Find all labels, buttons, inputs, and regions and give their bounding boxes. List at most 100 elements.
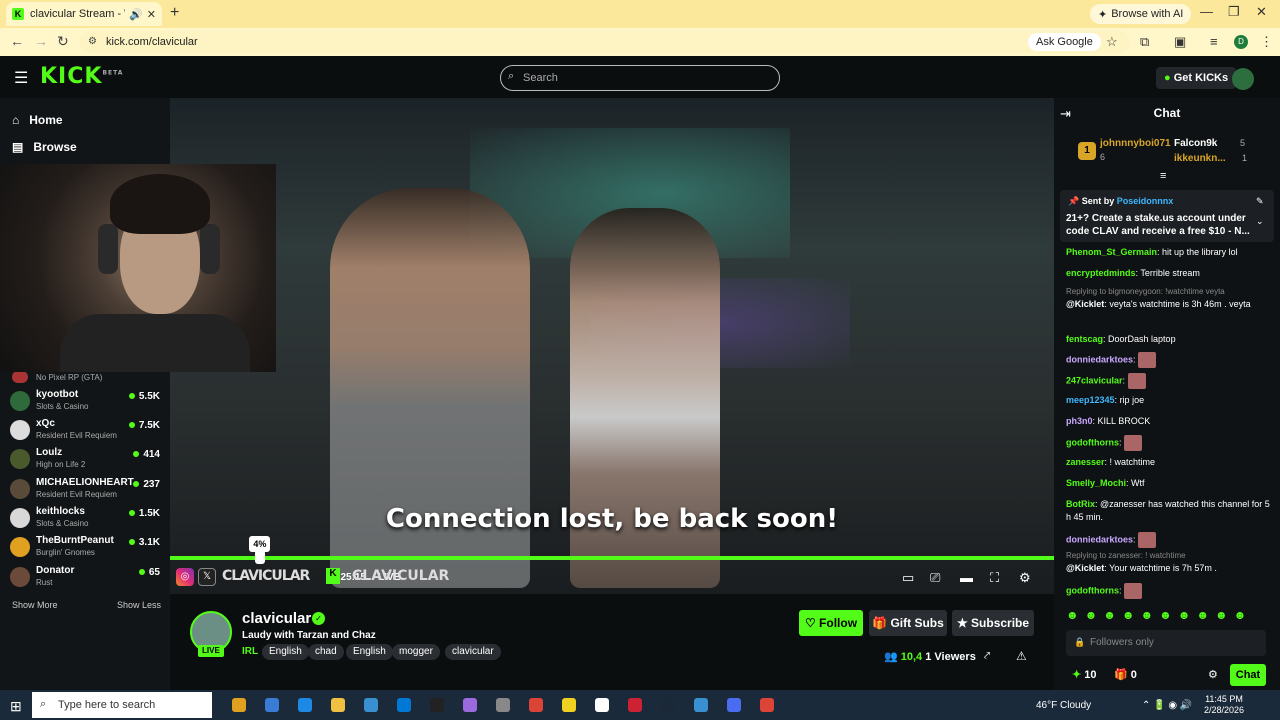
chat-username[interactable]: @Kicklet: [1066, 563, 1104, 573]
taskbar-app-icon[interactable]: [397, 698, 411, 712]
chat-username[interactable]: BotRix: [1066, 499, 1095, 509]
kick-logo[interactable]: KICKBETA: [40, 64, 123, 89]
sidebar-streamer[interactable]: TheBurntPeanut Burglin' Gnomes 3.1K: [10, 535, 160, 563]
chat-username[interactable]: donniedarktoes: [1066, 534, 1133, 544]
sidebar-streamer[interactable]: Loulz High on Life 2 414: [10, 447, 160, 475]
close-tab-icon[interactable]: ✕: [147, 8, 156, 21]
taskbar-app-icon[interactable]: [595, 698, 609, 712]
taskbar-app-icon[interactable]: [331, 698, 345, 712]
stream-tag[interactable]: English: [346, 644, 393, 660]
miniplayer-icon[interactable]: ▭: [902, 570, 914, 586]
sidebar-streamer[interactable]: keithlocks Slots & Casino 1.5K: [10, 506, 160, 534]
show-less-link[interactable]: Show Less: [117, 600, 161, 610]
settings-gear-icon[interactable]: ⚙: [1019, 570, 1031, 586]
taskbar-app-icon[interactable]: [232, 698, 246, 712]
taskbar-app-icon[interactable]: [694, 698, 708, 712]
chat-username[interactable]: Smelly_Mochi: [1066, 478, 1126, 488]
reload-icon[interactable]: ↻: [57, 33, 69, 50]
show-more-link[interactable]: Show More: [12, 600, 58, 610]
chat-username[interactable]: fentscag: [1066, 334, 1103, 344]
windows-start-icon[interactable]: ⊞: [10, 698, 22, 715]
close-window-icon[interactable]: ✕: [1256, 4, 1267, 20]
gift-subs-button[interactable]: 🎁 Gift Subs: [869, 610, 947, 636]
taskbar-search-input[interactable]: Type here to search: [32, 692, 212, 718]
sidebar-streamer[interactable]: Donator Rust 65: [10, 565, 160, 593]
chat-username[interactable]: @Kicklet: [1066, 299, 1104, 309]
leaderboard-first-name[interactable]: johnnnyboi071: [1100, 138, 1171, 149]
taskbar-app-icon[interactable]: [661, 698, 675, 712]
ask-google-button[interactable]: Ask Google: [1028, 33, 1101, 51]
share-icon[interactable]: ⤤: [984, 650, 990, 663]
taskbar-app-icon[interactable]: [496, 698, 510, 712]
emote-bar[interactable]: ☻☻☻☻☻☻☻☻☻☻: [1066, 608, 1272, 624]
leaderboard-second-name[interactable]: Falcon9k: [1174, 138, 1217, 149]
browse-with-ai-button[interactable]: ✦ Browse with AI: [1090, 4, 1192, 24]
sidebar-streamer[interactable]: MICHAELIONHEART Resident Evil Requiem 237: [10, 477, 160, 505]
taskbar-app-icon[interactable]: [298, 698, 312, 712]
split-view-icon[interactable]: ▣: [1174, 34, 1186, 50]
leaderboard-toggle-icon[interactable]: ≡: [1160, 170, 1166, 182]
taskbar-app-icon[interactable]: [364, 698, 378, 712]
chevron-down-icon[interactable]: ⌄: [1256, 216, 1264, 227]
browser-tab[interactable]: K clavicular Stream - Watch L 🔊 ✕: [6, 2, 162, 26]
clip-icon[interactable]: ⎚: [930, 570, 940, 586]
report-icon[interactable]: ⚠: [1016, 649, 1027, 663]
theater-mode-icon[interactable]: ▬: [960, 570, 973, 585]
back-icon[interactable]: ←: [10, 33, 24, 49]
taskbar-app-icon[interactable]: [529, 698, 543, 712]
stream-tag[interactable]: mogger: [392, 644, 440, 660]
taskbar-app-icon[interactable]: [430, 698, 444, 712]
leaderboard-third-name[interactable]: ikkeunkn...: [1174, 153, 1226, 164]
stream-tag[interactable]: English: [262, 644, 309, 660]
follow-button[interactable]: ♡ Follow: [799, 610, 863, 636]
site-info-icon[interactable]: ⚙: [88, 36, 97, 47]
sidebar-item-browse[interactable]: ▤ Browse: [12, 140, 77, 154]
taskbar-app-icon[interactable]: [628, 698, 642, 712]
taskbar-app-icon[interactable]: [760, 698, 774, 712]
browser-profile-avatar[interactable]: D: [1234, 35, 1248, 49]
chat-input[interactable]: Followers only: [1066, 630, 1266, 656]
new-tab-icon[interactable]: +: [170, 4, 179, 22]
hamburger-menu-icon[interactable]: ☰: [14, 68, 28, 88]
sidebar-item-home[interactable]: ⌂ Home: [12, 113, 63, 127]
minimize-icon[interactable]: —: [1200, 4, 1213, 19]
media-icon[interactable]: ≡: [1210, 34, 1218, 49]
subscribe-button[interactable]: ★ Subscribe: [952, 610, 1034, 636]
stream-tag[interactable]: chad: [308, 644, 344, 660]
speaker-icon[interactable]: 🔊: [129, 8, 143, 21]
chat-username[interactable]: meep12345: [1066, 395, 1115, 405]
forward-icon[interactable]: →: [34, 33, 48, 49]
taskbar-clock[interactable]: 11:45 PM 2/28/2026: [1200, 694, 1248, 716]
taskbar-app-icon[interactable]: [562, 698, 576, 712]
chat-username[interactable]: encryptedminds: [1066, 268, 1136, 278]
send-chat-button[interactable]: Chat: [1230, 664, 1266, 686]
taskbar-app-icon[interactable]: [463, 698, 477, 712]
bookmark-star-icon[interactable]: ☆: [1106, 34, 1118, 50]
chat-username[interactable]: zanesser: [1066, 457, 1105, 467]
chat-username[interactable]: 247clavicular: [1066, 375, 1123, 385]
chat-username[interactable]: Phenom_St_Germain: [1066, 247, 1157, 257]
restore-icon[interactable]: ❐: [1228, 4, 1240, 20]
stream-category[interactable]: IRL: [242, 646, 258, 657]
extensions-icon[interactable]: ⧉: [1140, 34, 1149, 50]
fullscreen-icon[interactable]: ⛶: [990, 570, 999, 586]
progress-scrubber-handle[interactable]: [255, 550, 266, 564]
get-kicks-button[interactable]: ● Get KICKs: [1156, 67, 1237, 89]
chat-username[interactable]: godofthorns: [1066, 437, 1119, 447]
user-avatar[interactable]: [1232, 68, 1254, 90]
taskbar-app-icon[interactable]: [265, 698, 279, 712]
browser-menu-icon[interactable]: ⋮: [1260, 34, 1273, 50]
stream-tag[interactable]: clavicular: [445, 644, 501, 660]
chat-username[interactable]: ph3n0: [1066, 416, 1093, 426]
chat-username[interactable]: donniedarktoes: [1066, 354, 1133, 364]
sidebar-streamer[interactable]: xQc Resident Evil Requiem 7.5K: [10, 418, 160, 446]
channel-points[interactable]: ✦ 10: [1072, 668, 1097, 681]
video-progress-bar[interactable]: [170, 556, 1054, 560]
weather-widget[interactable]: 46°F Cloudy: [1036, 700, 1091, 711]
sidebar-streamer[interactable]: kyootbot Slots & Casino 5.5K: [10, 389, 160, 417]
system-tray[interactable]: ⌃ 🔋 ◉ 🔊: [1142, 700, 1192, 711]
taskbar-app-icon[interactable]: [727, 698, 741, 712]
chat-settings-icon[interactable]: ⚙: [1208, 668, 1218, 681]
url-field[interactable]: kick.com/clavicular: [80, 31, 1130, 53]
channel-name[interactable]: clavicular: [242, 610, 311, 627]
